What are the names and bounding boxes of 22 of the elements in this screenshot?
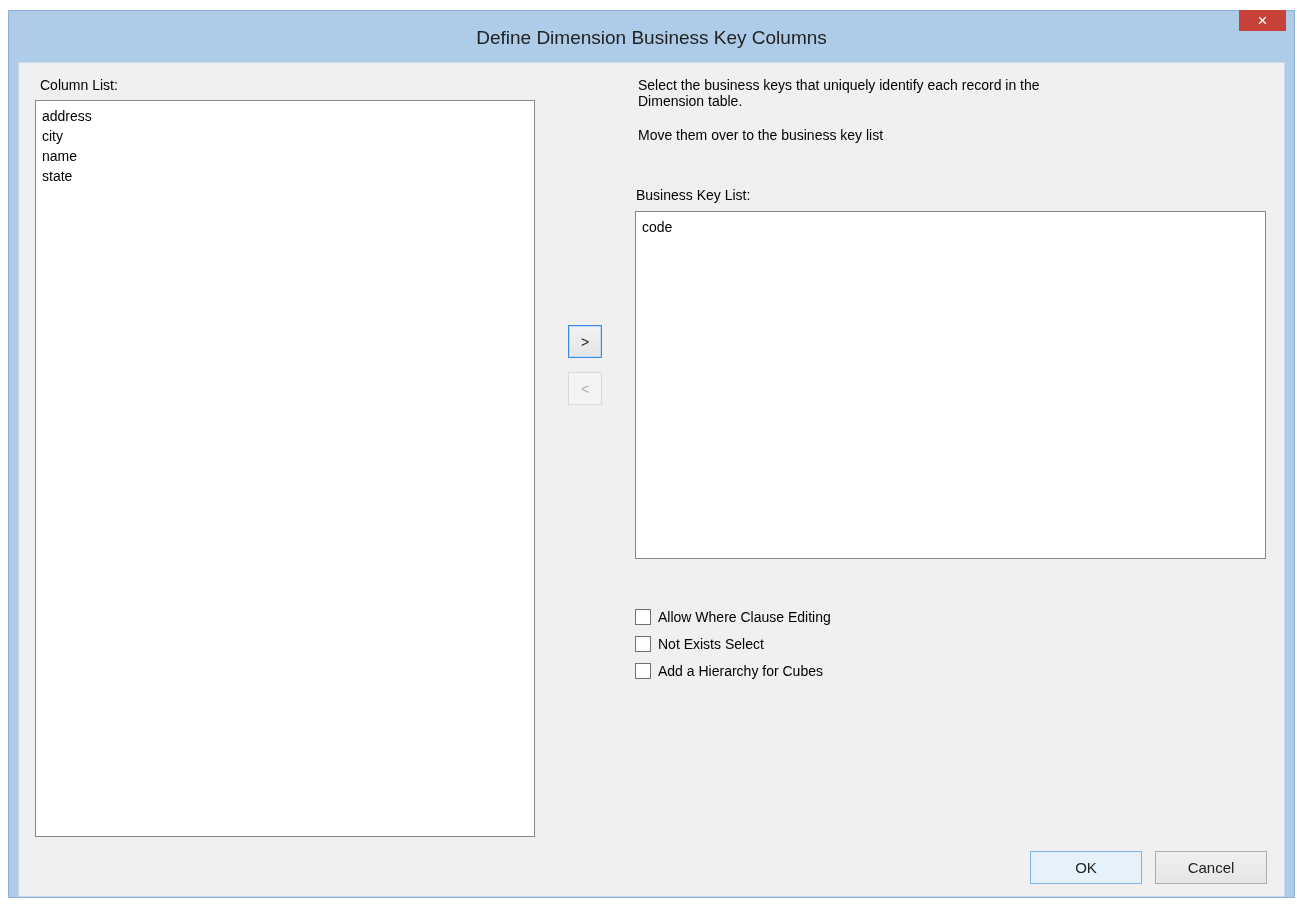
instruction-text: Move them over to the business key list xyxy=(638,127,884,143)
window-title: Define Dimension Business Key Columns xyxy=(476,26,827,49)
list-label: Column List: xyxy=(40,77,118,95)
checkbox[interactable] xyxy=(635,636,651,652)
close-button[interactable]: × xyxy=(1239,10,1286,31)
checkbox[interactable] xyxy=(635,663,651,679)
move-button[interactable]: > xyxy=(568,325,602,358)
list-item[interactable]: city xyxy=(41,126,64,146)
instruction-text: Select the business keys that uniquely identify each record in the Dimension table. xyxy=(638,77,1041,109)
list-box[interactable]: address city name state xyxy=(35,100,535,837)
checkbox-label[interactable]: Not Exists Select xyxy=(658,636,764,652)
ok-button[interactable]: OK xyxy=(1030,851,1142,884)
checkbox-label[interactable]: Allow Where Clause Editing xyxy=(658,609,831,625)
list-item[interactable]: name xyxy=(41,146,79,166)
cancel-button[interactable]: Cancel xyxy=(1155,851,1267,884)
checkbox-label[interactable]: Add a Hierarchy for Cubes xyxy=(658,663,823,679)
list-item[interactable]: code xyxy=(641,217,674,237)
list-item[interactable]: state xyxy=(41,166,74,186)
checkbox[interactable] xyxy=(635,609,651,625)
list-item[interactable]: address xyxy=(41,106,93,126)
list-label: Business Key List: xyxy=(636,187,751,205)
list-box[interactable]: code xyxy=(635,211,1266,559)
